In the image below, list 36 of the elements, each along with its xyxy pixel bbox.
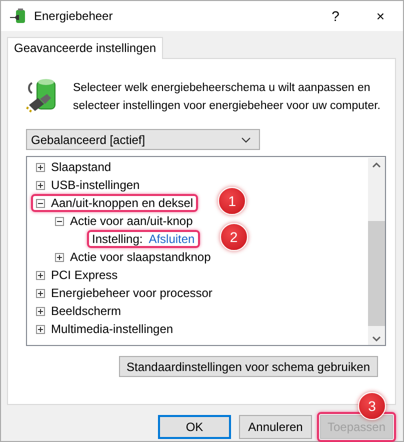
tree-item[interactable]: USB-instellingen [51, 178, 140, 192]
scrollbar[interactable] [368, 158, 385, 345]
collapse-icon[interactable] [36, 198, 45, 208]
expand-icon[interactable] [36, 180, 45, 190]
tree-item[interactable]: Slaapstand [51, 160, 112, 174]
dialog-button[interactable]: Annuleren [239, 415, 312, 439]
setting-label: Instelling: [92, 232, 143, 246]
tree-item[interactable]: Beeldscherm [51, 304, 122, 318]
expand-icon[interactable] [55, 252, 64, 262]
scheme-dropdown[interactable]: Gebalanceerd [actief] [26, 129, 260, 150]
expand-icon[interactable] [36, 162, 45, 172]
tree-item[interactable]: Multimedia-instellingen [51, 322, 174, 336]
scroll-thumb[interactable] [368, 221, 385, 326]
tree-item[interactable]: PCI Express [51, 268, 118, 282]
instruction-text: Selecteer welk energiebeheerschema u wilt aanpassen en selecteer instellingen voor energiebeheer voor uw computer. [73, 81, 382, 114]
close-button[interactable]: × [358, 8, 403, 24]
setting-value-link[interactable]: Afsluiten [148, 232, 195, 246]
tree-item[interactable]: Actie voor aan/uit-knop [70, 214, 193, 228]
expand-icon[interactable] [36, 270, 45, 280]
expand-icon[interactable] [36, 306, 45, 316]
collapse-icon[interactable] [55, 216, 64, 226]
tree-item[interactable]: Energiebeheer voor processor [51, 286, 212, 300]
scroll-up-icon[interactable] [372, 162, 381, 168]
battery-plug-icon [9, 7, 27, 25]
chevron-down-icon [241, 136, 251, 142]
restore-defaults-button[interactable]: Standaardinstellingen voor schema gebruiken [118, 356, 378, 377]
help-button[interactable]: ? [313, 8, 358, 24]
dialog-button[interactable]: OK [158, 415, 231, 439]
tree-item[interactable]: Actie voor slaapstandknop [70, 250, 211, 264]
step-number-badge: 1 [218, 187, 246, 215]
window-title: Energiebeheer [34, 9, 114, 23]
scroll-down-icon[interactable] [372, 336, 381, 342]
expand-icon[interactable] [36, 324, 45, 334]
tab[interactable]: Geavanceerde instellingen [7, 37, 164, 59]
step-number-badge: 2 [220, 223, 248, 251]
expand-icon[interactable] [36, 288, 45, 298]
